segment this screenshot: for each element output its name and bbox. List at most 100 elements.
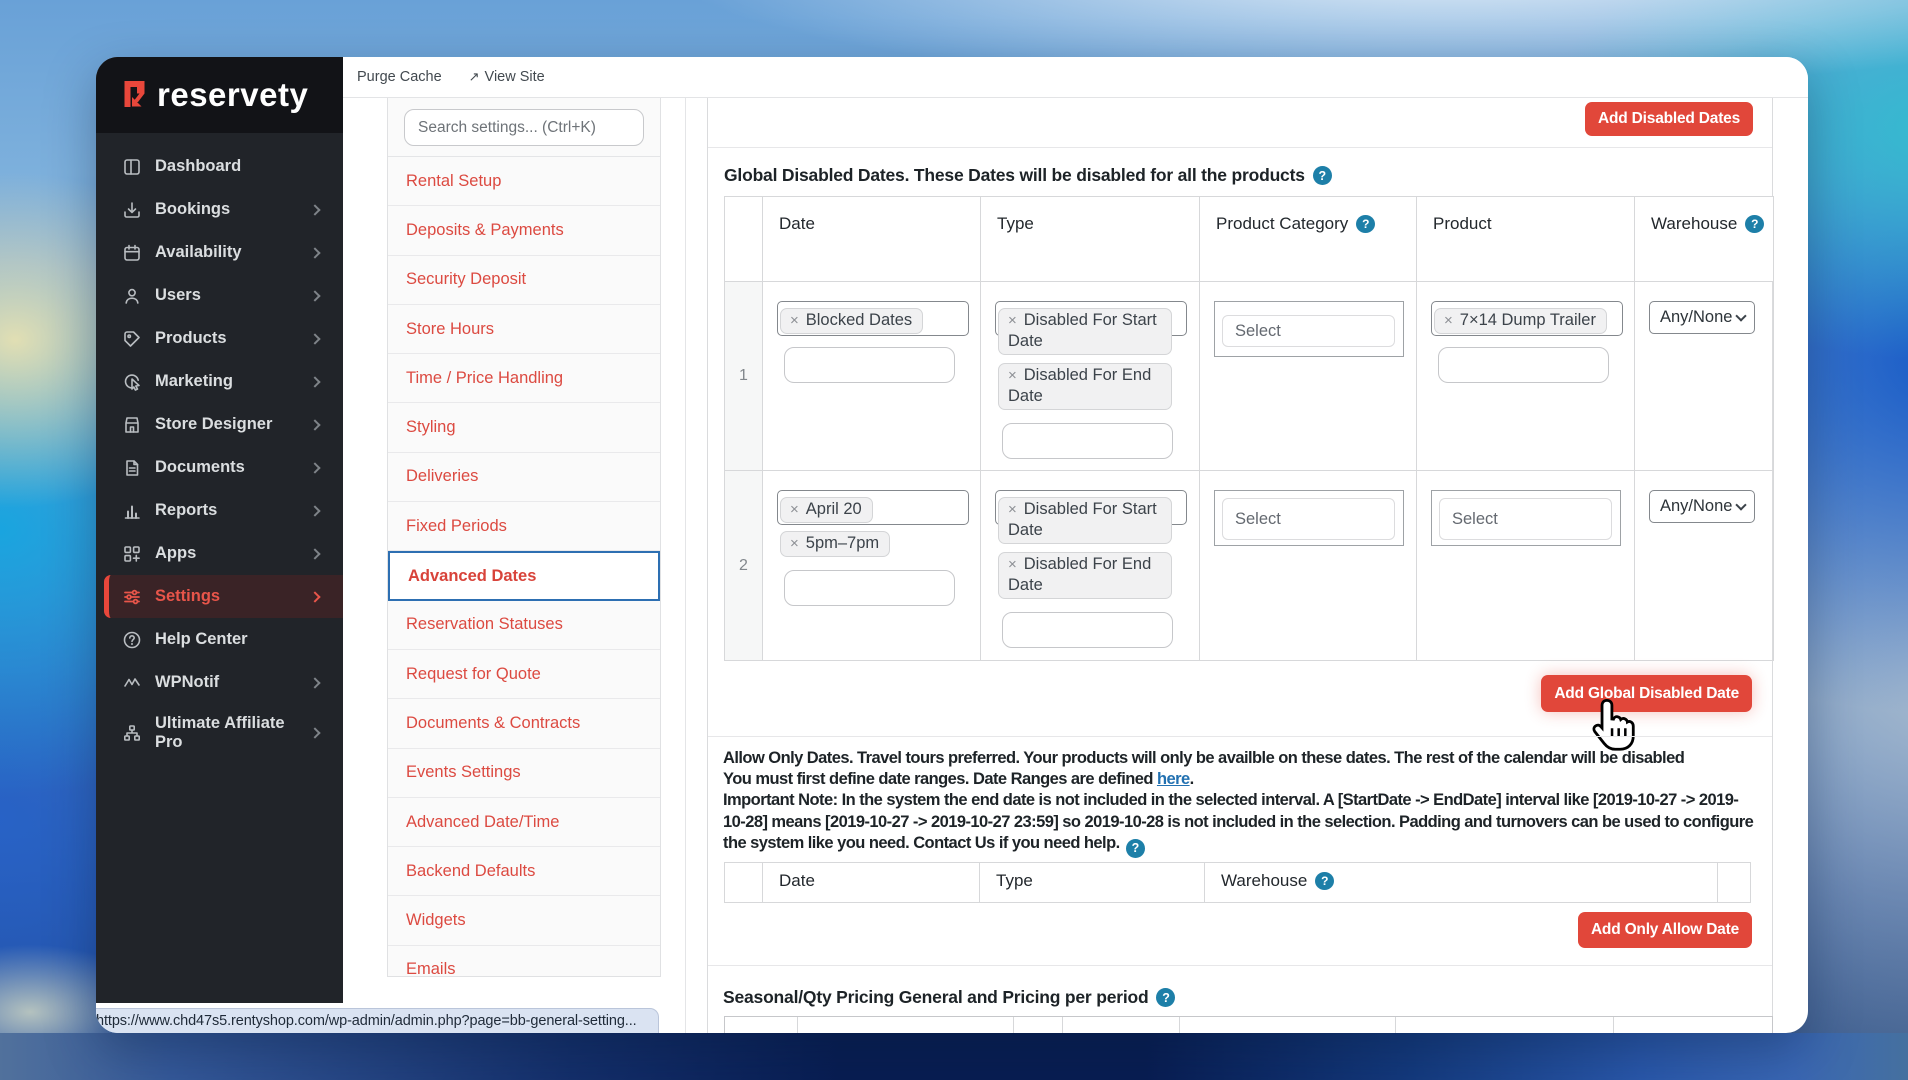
sidebar-item-reports[interactable]: Reports xyxy=(96,489,343,532)
row-index: 1 xyxy=(725,282,763,471)
product-category-select[interactable]: Select xyxy=(1214,301,1404,357)
date-picker-input[interactable] xyxy=(784,347,955,383)
remove-tag-icon[interactable] xyxy=(790,501,799,518)
help-icon[interactable] xyxy=(1315,872,1334,890)
settings-nav-item-security-deposit[interactable]: Security Deposit xyxy=(388,256,660,305)
settings-nav-item-reservation-statuses[interactable]: Reservation Statuses xyxy=(388,601,660,650)
add-global-disabled-date-button[interactable]: Add Global Disabled Date xyxy=(1541,675,1752,712)
settings-nav-item-rental-setup[interactable]: Rental Setup xyxy=(388,157,660,206)
sidebar-item-documents[interactable]: Documents xyxy=(96,446,343,489)
dashboard-icon xyxy=(122,157,142,177)
product-select[interactable]: Select xyxy=(1431,490,1621,546)
selected-tag[interactable]: Disabled For End Date xyxy=(998,552,1172,599)
date-multiselect[interactable]: April 20 5pm–7pm xyxy=(777,490,967,557)
column-header-index xyxy=(725,862,763,902)
sidebar-item-wpnotif[interactable]: WPNotif xyxy=(96,661,343,704)
sidebar-item-products[interactable]: Products xyxy=(96,317,343,360)
settings-nav-item-store-hours[interactable]: Store Hours xyxy=(388,305,660,354)
date-cell: Blocked Dates xyxy=(763,282,981,471)
settings-nav-item-fixed-periods[interactable]: Fixed Periods xyxy=(388,502,660,551)
remove-tag-icon[interactable] xyxy=(790,535,799,552)
chevron-right-icon xyxy=(309,505,320,516)
column-header-date: Date xyxy=(763,862,980,902)
remove-tag-icon[interactable] xyxy=(1008,367,1017,384)
remove-tag-icon[interactable] xyxy=(1008,501,1017,518)
remove-tag-icon[interactable] xyxy=(1008,556,1017,573)
settings-nav-item-advanced-dates[interactable]: Advanced Dates xyxy=(388,551,660,600)
settings-nav-item-emails[interactable]: Emails xyxy=(388,946,660,977)
settings-nav-item-backend-defaults[interactable]: Backend Defaults xyxy=(388,847,660,896)
help-icon[interactable] xyxy=(1156,988,1175,1007)
users-icon xyxy=(122,286,142,306)
sidebar-item-marketing[interactable]: Marketing xyxy=(96,360,343,403)
add-disabled-dates-button[interactable]: Add Disabled Dates xyxy=(1585,102,1753,136)
here-link[interactable]: here xyxy=(1157,770,1190,788)
sidebar-item-dashboard[interactable]: Dashboard xyxy=(96,145,343,188)
selected-tag[interactable]: Disabled For Start Date xyxy=(998,308,1172,355)
type-multiselect[interactable]: Disabled For Start Date Disabled For End… xyxy=(995,301,1185,410)
help-icon[interactable] xyxy=(1745,215,1764,233)
remove-tag-icon[interactable] xyxy=(1008,312,1017,329)
chevron-right-icon xyxy=(309,677,320,688)
seasonal-table-column xyxy=(1180,1017,1396,1033)
product-multiselect[interactable]: 7×14 Dump Trailer xyxy=(1431,301,1621,334)
settings-nav-item-deposits-payments[interactable]: Deposits & Payments xyxy=(388,206,660,255)
remove-tag-icon[interactable] xyxy=(1444,312,1453,329)
add-only-allow-date-button[interactable]: Add Only Allow Date xyxy=(1578,912,1752,948)
settings-nav-item-documents-contracts[interactable]: Documents & Contracts xyxy=(388,699,660,748)
warehouse-select[interactable]: Any/None xyxy=(1649,301,1755,334)
sidebar-item-label: WPNotif xyxy=(155,673,219,692)
column-header-warehouse: Warehouse xyxy=(1205,862,1718,902)
product-search-input[interactable] xyxy=(1438,347,1609,383)
type-multiselect[interactable]: Disabled For Start Date Disabled For End… xyxy=(995,490,1185,599)
settings-icon xyxy=(122,587,142,607)
selected-tag[interactable]: Disabled For Start Date xyxy=(998,497,1172,544)
sidebar-item-help-center[interactable]: Help Center xyxy=(96,618,343,661)
chevron-right-icon xyxy=(309,727,320,738)
sidebar-item-availability[interactable]: Availability xyxy=(96,231,343,274)
row-index: 2 xyxy=(725,471,763,661)
settings-search-input[interactable] xyxy=(404,109,644,146)
chevron-right-icon xyxy=(309,376,320,387)
sidebar-item-apps[interactable]: Apps xyxy=(96,532,343,575)
selected-tag[interactable]: April 20 xyxy=(780,497,873,523)
help-icon[interactable] xyxy=(1356,215,1375,233)
logo-text: reservety xyxy=(157,76,308,114)
sidebar-item-label: Reports xyxy=(155,501,217,520)
product-category-select[interactable]: Select xyxy=(1214,490,1404,546)
remove-tag-icon[interactable] xyxy=(790,312,799,329)
settings-nav-item-advanced-date-time[interactable]: Advanced Date/Time xyxy=(388,798,660,847)
view-site-link[interactable]: ↗ View Site xyxy=(469,69,545,85)
date-picker-input[interactable] xyxy=(784,570,955,606)
sidebar-item-ultimate-affiliate-pro[interactable]: Ultimate Affiliate Pro xyxy=(96,704,343,762)
column-header-end xyxy=(1718,862,1751,902)
settings-nav-item-request-for-quote[interactable]: Request for Quote xyxy=(388,650,660,699)
selected-tag[interactable]: Blocked Dates xyxy=(780,308,923,334)
affiliate-icon xyxy=(122,723,142,743)
settings-nav-item-styling[interactable]: Styling xyxy=(388,403,660,452)
selected-tag[interactable]: 7×14 Dump Trailer xyxy=(1434,308,1607,334)
chevron-right-icon xyxy=(309,419,320,430)
sidebar-item-settings[interactable]: Settings xyxy=(104,575,343,618)
purge-cache-link[interactable]: Purge Cache xyxy=(357,69,442,85)
date-multiselect[interactable]: Blocked Dates xyxy=(777,301,967,334)
chevron-right-icon xyxy=(309,462,320,473)
type-cell: Disabled For Start Date Disabled For End… xyxy=(981,471,1200,661)
help-icon[interactable] xyxy=(1126,839,1145,858)
help-icon[interactable] xyxy=(1313,166,1332,185)
sidebar-item-users[interactable]: Users xyxy=(96,274,343,317)
settings-nav-item-events-settings[interactable]: Events Settings xyxy=(388,749,660,798)
settings-nav-item-time-price-handling[interactable]: Time / Price Handling xyxy=(388,354,660,403)
reservety-logo[interactable]: reservety xyxy=(96,57,343,133)
type-search-input[interactable] xyxy=(1002,423,1173,459)
settings-nav-item-deliveries[interactable]: Deliveries xyxy=(388,453,660,502)
products-icon xyxy=(122,329,142,349)
selected-tag[interactable]: 5pm–7pm xyxy=(780,531,890,557)
sidebar-item-bookings[interactable]: Bookings xyxy=(96,188,343,231)
settings-nav-item-widgets[interactable]: Widgets xyxy=(388,896,660,945)
warehouse-select[interactable]: Any/None xyxy=(1649,490,1755,523)
selected-tag[interactable]: Disabled For End Date xyxy=(998,363,1172,410)
column-header-product: Product xyxy=(1417,197,1635,282)
type-search-input[interactable] xyxy=(1002,612,1173,648)
sidebar-item-store-designer[interactable]: Store Designer xyxy=(96,403,343,446)
